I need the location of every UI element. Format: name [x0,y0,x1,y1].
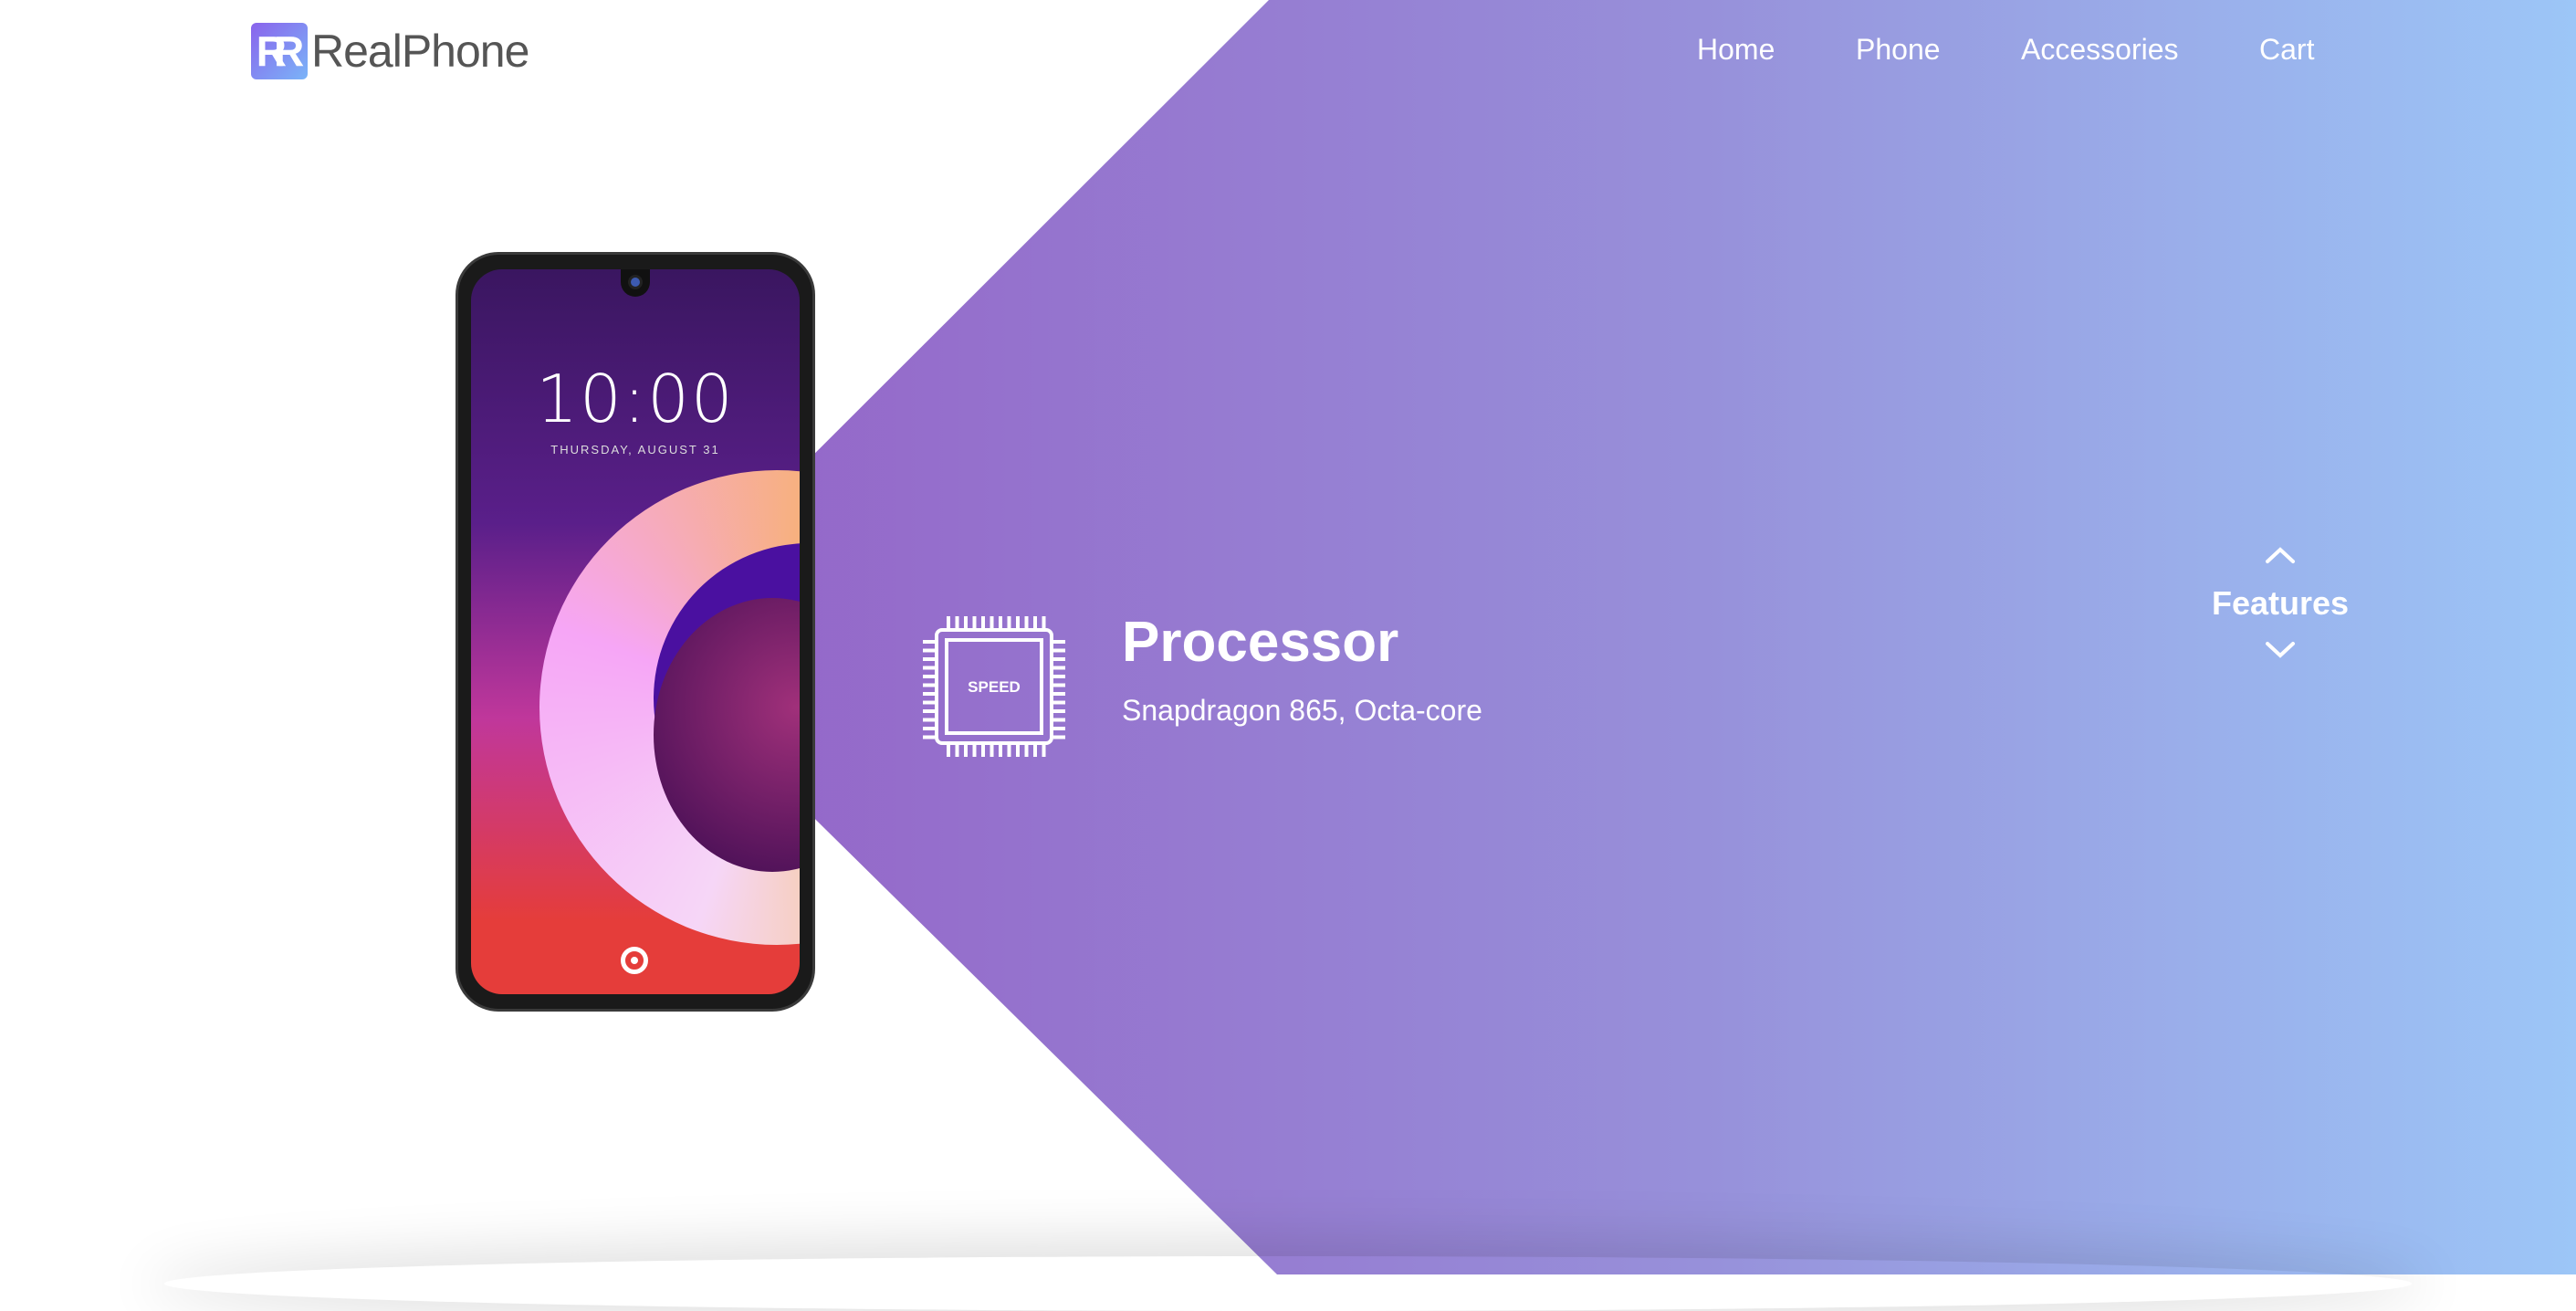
chip-label: SPEED [968,678,1021,696]
features-label: Features [2211,584,2350,622]
chevron-up-icon[interactable] [2265,546,2296,564]
nav-phone[interactable]: Phone [1856,33,1941,67]
processor-chip-icon: SPEED [923,616,1065,757]
chevron-down-icon[interactable] [2265,641,2296,659]
phone-screen: 10:00 THURSDAY, AUGUST 31 [471,269,800,994]
nav-cart[interactable]: Cart [2259,33,2314,67]
phone-image: 10:00 THURSDAY, AUGUST 31 [458,255,812,1009]
feature-carousel-control: Features [2189,546,2372,659]
target-icon [621,947,648,974]
phone-date: THURSDAY, AUGUST 31 [550,443,720,456]
phone-clock: 10:00 [536,361,735,437]
bottom-shadow [164,1256,2412,1311]
feature-description: Snapdragon 865, Octa-core [1122,694,1482,727]
camera-icon [628,275,643,289]
nav-home[interactable]: Home [1697,33,1775,67]
nav-accessories[interactable]: Accessories [2021,33,2179,67]
main-nav: Home Phone Accessories Cart [0,33,2576,79]
feature-title: Processor [1122,611,1399,674]
